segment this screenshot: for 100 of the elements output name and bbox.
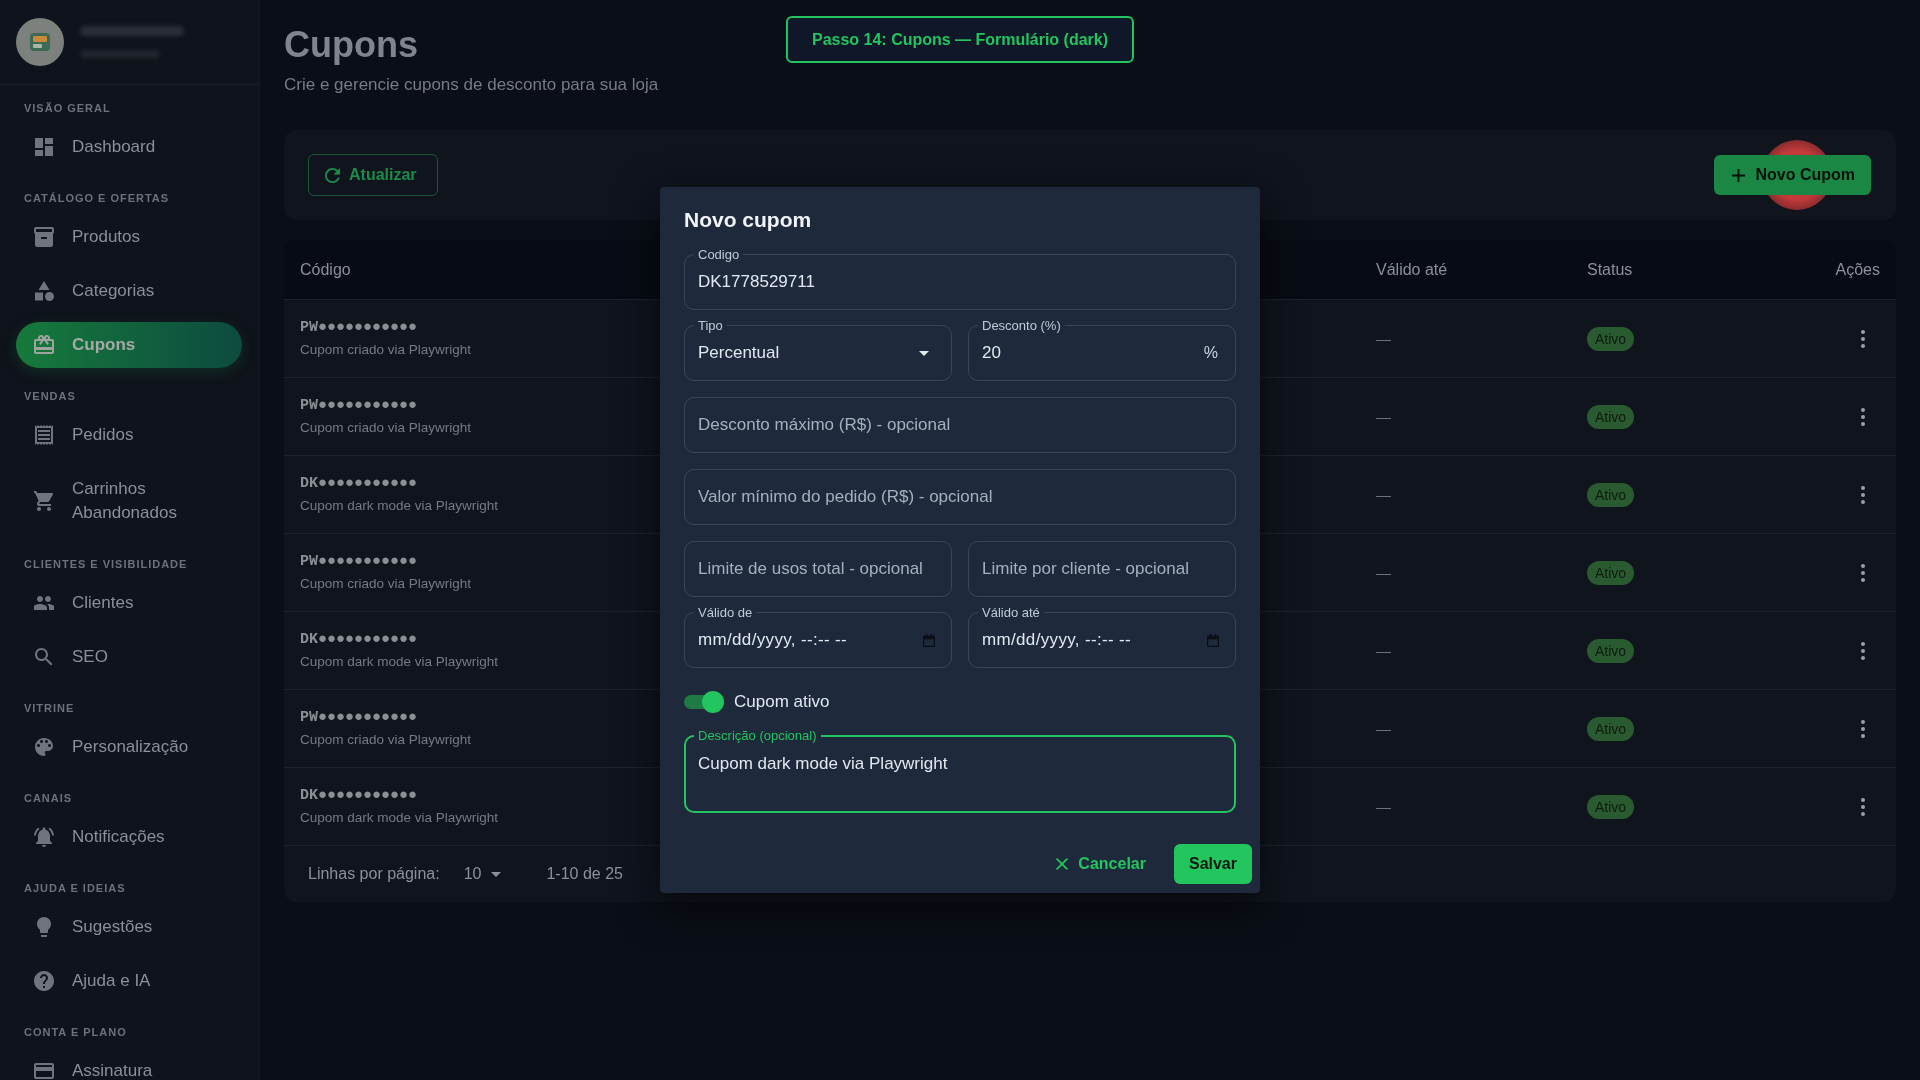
- grid-icon: [34, 137, 54, 157]
- column-header: Ações: [1835, 260, 1880, 279]
- cancel-button[interactable]: Cancelar: [1048, 844, 1154, 884]
- valid-until-cell: —: [1376, 641, 1391, 659]
- coupon-code: PW●●●●●●●●●●●: [300, 708, 418, 728]
- calendar-icon: [1207, 633, 1219, 647]
- nav-item[interactable]: SEO: [16, 634, 242, 680]
- coupon-code: PW●●●●●●●●●●●: [300, 396, 418, 416]
- text-field[interactable]: Desconto máximo (R$) - opcional: [684, 397, 1236, 453]
- kebab-menu-icon[interactable]: [1861, 641, 1865, 660]
- coupon-description: Cupom criado via Playwright: [300, 731, 472, 749]
- nav-item[interactable]: Categorias: [16, 268, 242, 314]
- select-field[interactable]: Tipo Percentual: [684, 318, 952, 381]
- date-time-field[interactable]: Válido de mm/dd/yyyy, --:-- --: [684, 605, 952, 668]
- valid-until-cell: —: [1376, 407, 1391, 425]
- palette-icon: [34, 737, 54, 757]
- nav-item[interactable]: Personalização: [16, 724, 242, 770]
- kebab-menu-icon[interactable]: [1861, 329, 1865, 348]
- nav-item[interactable]: Assinatura: [16, 1048, 242, 1080]
- nav-item[interactable]: Produtos: [16, 214, 242, 260]
- valid-until-cell: —: [1376, 797, 1391, 815]
- step-banner: Passo 14: Cupons — Formulário (dark): [785, 16, 1135, 63]
- pagination-range: 1-10 de 25: [546, 865, 623, 883]
- nav-item[interactable]: Dashboard: [16, 124, 242, 170]
- nav-item[interactable]: Carrinhos Abandonados: [16, 466, 242, 536]
- section-label: AJUDA E IDEIAS: [23, 881, 126, 896]
- nav-item[interactable]: Notificações: [16, 814, 242, 860]
- kebab-menu-icon[interactable]: [1861, 719, 1865, 738]
- section-label: CATÁLOGO E OFERTAS: [23, 191, 170, 206]
- credit-card-icon: [34, 1061, 54, 1080]
- help-icon: [34, 971, 54, 991]
- save-button[interactable]: Salvar: [1173, 844, 1252, 884]
- refresh-button[interactable]: Atualizar: [308, 154, 438, 196]
- valid-until-cell: —: [1376, 719, 1391, 737]
- coupon-description: Cupom dark mode via Playwright: [300, 653, 499, 671]
- rows-per-page-select[interactable]: 10: [463, 865, 502, 883]
- coupon-code: DK●●●●●●●●●●●: [300, 630, 418, 650]
- bell-icon: [34, 827, 54, 847]
- coupon-code: DK●●●●●●●●●●●: [300, 786, 418, 806]
- section-label: CLIENTES E VISIBILIDADE: [23, 557, 188, 572]
- toggle-label: Cupom ativo: [734, 692, 830, 712]
- shapes-icon: [34, 281, 54, 301]
- coupon-code: PW●●●●●●●●●●●: [300, 552, 418, 572]
- status-badge: Ativo: [1587, 560, 1635, 585]
- valid-until-cell: —: [1376, 485, 1391, 503]
- section-label: VITRINE: [23, 701, 75, 716]
- section-label: CANAIS: [23, 791, 73, 806]
- coupon-code: DK●●●●●●●●●●●: [300, 474, 418, 494]
- kebab-menu-icon[interactable]: [1861, 407, 1865, 426]
- cart-icon: [34, 491, 54, 511]
- nav-item[interactable]: Pedidos: [16, 412, 242, 458]
- text-field[interactable]: Valor mínimo do pedido (R$) - opcional: [684, 469, 1236, 525]
- nav-item[interactable]: Ajuda e IA: [16, 958, 242, 1004]
- kebab-menu-icon[interactable]: [1861, 485, 1865, 504]
- text-field[interactable]: Limite por cliente - opcional: [968, 541, 1236, 597]
- lightbulb-icon: [34, 917, 54, 937]
- column-header: Código: [300, 260, 351, 279]
- receipt-icon: [34, 425, 54, 445]
- text-field[interactable]: Codigo DK1778529711: [684, 247, 1236, 310]
- plus-icon: [1732, 168, 1746, 182]
- rows-per-page-label: Linhas por página:: [308, 865, 440, 883]
- valid-until-cell: —: [1376, 329, 1391, 347]
- close-icon: [1056, 858, 1069, 870]
- refresh-icon: [325, 167, 340, 183]
- page-title: Cupons: [284, 23, 418, 67]
- coupon-description: Cupom dark mode via Playwright: [300, 809, 499, 827]
- coupon-code: PW●●●●●●●●●●●: [300, 318, 418, 338]
- search-icon: [34, 647, 54, 667]
- date-time-field[interactable]: Válido até mm/dd/yyyy, --:-- --: [968, 605, 1236, 668]
- column-header: Status: [1587, 260, 1633, 279]
- status-badge: Ativo: [1587, 326, 1635, 351]
- archive-box-icon: [34, 227, 54, 247]
- nav-item[interactable]: Sugestões: [16, 904, 242, 950]
- status-badge: Ativo: [1587, 482, 1635, 507]
- store-logo-icon: [16, 18, 64, 66]
- number-field[interactable]: Desconto (%) 20 %: [968, 318, 1236, 381]
- status-badge: Ativo: [1587, 716, 1635, 741]
- text-field[interactable]: Limite de usos total - opcional: [684, 541, 952, 597]
- coupon-description: Cupom dark mode via Playwright: [300, 497, 499, 515]
- page-subtitle: Crie e gerencie cupons de desconto para sua loja: [284, 74, 659, 96]
- section-label: CONTA E PLANO: [23, 1025, 127, 1040]
- section-label: VENDAS: [23, 389, 76, 404]
- calendar-icon: [923, 633, 935, 647]
- valid-until-cell: —: [1376, 563, 1391, 581]
- gift-icon: [34, 335, 54, 355]
- people-icon: [34, 593, 54, 613]
- status-badge: Ativo: [1587, 794, 1635, 819]
- kebab-menu-icon[interactable]: [1861, 563, 1865, 582]
- caret-down-icon: [491, 871, 502, 877]
- dialog-title: Novo cupom: [684, 207, 812, 233]
- coupon-description: Cupom criado via Playwright: [300, 575, 472, 593]
- coupon-description: Cupom criado via Playwright: [300, 419, 472, 437]
- column-header: Válido até: [1376, 260, 1448, 279]
- textarea-field[interactable]: Descrição (opcional) Cupom dark mode via Playwright: [684, 728, 1236, 813]
- status-badge: Ativo: [1587, 404, 1635, 429]
- toggle-switch[interactable]: [684, 691, 724, 713]
- new-coupon-button[interactable]: Novo Cupom: [1714, 155, 1871, 195]
- caret-down-icon: [919, 350, 929, 356]
- kebab-menu-icon[interactable]: [1861, 797, 1865, 816]
- nav-item[interactable]: Clientes: [16, 580, 242, 626]
